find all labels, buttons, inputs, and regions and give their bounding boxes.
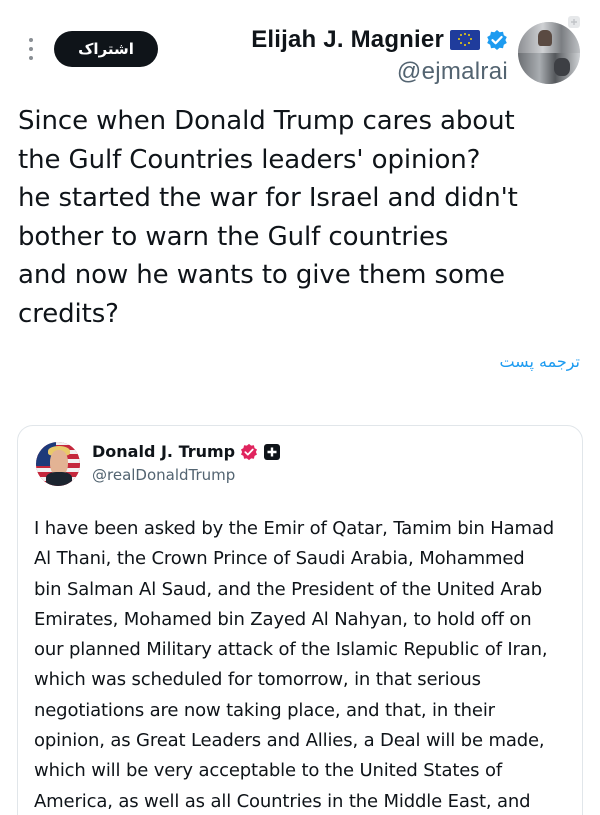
verified-badge-icon bbox=[487, 30, 507, 50]
quoted-avatar[interactable] bbox=[36, 442, 80, 486]
government-affiliate-icon bbox=[264, 443, 281, 460]
author-block: Elijah J. Magnier @ejmalrai bbox=[251, 26, 508, 86]
tweet-text: Since when Donald Trump cares about the … bbox=[18, 106, 518, 329]
verified-badge-icon bbox=[241, 443, 258, 460]
author-handle[interactable]: @ejmalrai bbox=[251, 58, 508, 86]
quoted-tweet-card[interactable]: Donald J. Trump @realDonaldTrump I have … bbox=[17, 425, 583, 815]
eu-flag-icon bbox=[450, 30, 480, 50]
quoted-tweet-text: I have been asked by the Emir of Qatar, … bbox=[34, 518, 555, 812]
quoted-author-name[interactable]: Donald J. Trump bbox=[92, 442, 235, 461]
subscribe-button[interactable]: اشتراک bbox=[54, 31, 158, 67]
more-options-button[interactable] bbox=[24, 38, 38, 60]
translate-post-link[interactable]: ترجمه پست bbox=[499, 352, 580, 371]
avatar[interactable] bbox=[518, 22, 580, 84]
dot bbox=[29, 56, 33, 60]
author-name-row: Elijah J. Magnier bbox=[251, 26, 508, 54]
sparkle-icon bbox=[568, 16, 580, 28]
author-name[interactable]: Elijah J. Magnier bbox=[251, 26, 444, 54]
dot bbox=[29, 47, 33, 51]
quoted-name-row: Donald J. Trump bbox=[92, 442, 281, 461]
dot bbox=[29, 38, 33, 42]
quoted-author-handle[interactable]: @realDonaldTrump bbox=[92, 466, 235, 484]
